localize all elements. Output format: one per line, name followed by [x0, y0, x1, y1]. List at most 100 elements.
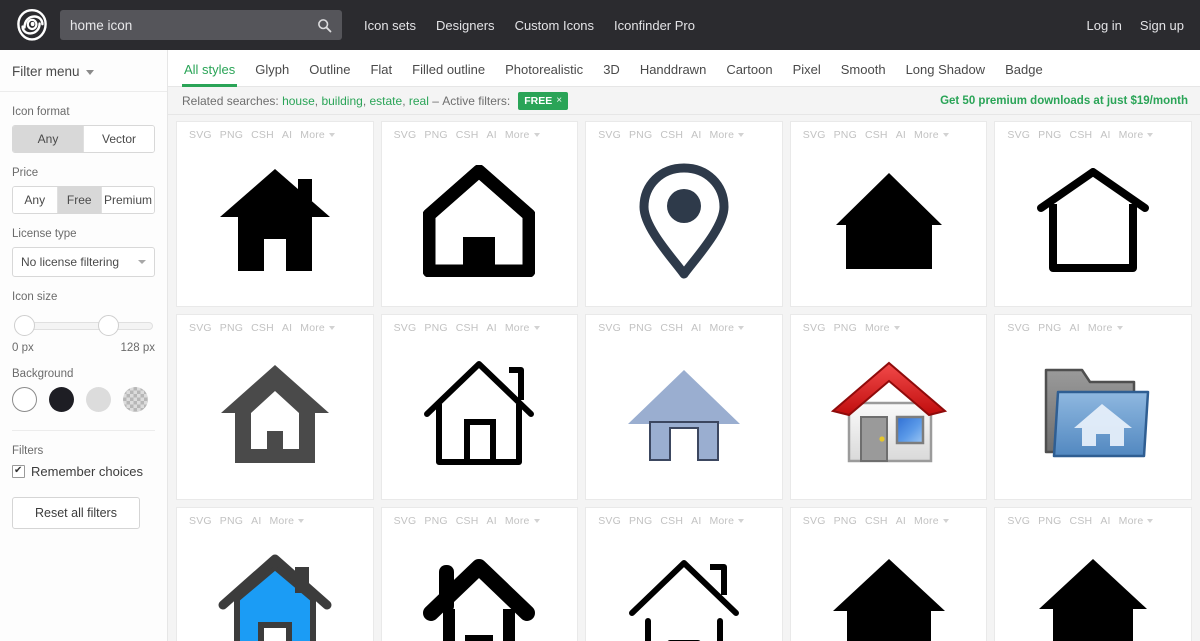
format-png[interactable]: PNG — [424, 322, 447, 334]
format-more-dropdown[interactable]: More — [1119, 129, 1154, 141]
format-ai[interactable]: AI — [487, 515, 497, 527]
format-ai[interactable]: AI — [487, 129, 497, 141]
format-svg[interactable]: SVG — [598, 322, 621, 334]
icon-format-option-vector[interactable]: Vector — [84, 126, 154, 152]
icon-preview-house-thick-outline-black[interactable] — [382, 141, 578, 306]
format-png[interactable]: PNG — [220, 129, 243, 141]
tab-pixel[interactable]: Pixel — [783, 62, 831, 86]
tab-3d[interactable]: 3D — [593, 62, 630, 86]
format-ai[interactable]: AI — [1070, 322, 1080, 334]
format-svg[interactable]: SVG — [189, 129, 212, 141]
icon-card[interactable]: SVG PNG AI More — [994, 314, 1192, 500]
search-input[interactable] — [70, 17, 317, 33]
icon-preview-house-bold-glyph-black[interactable] — [382, 527, 578, 641]
format-more-dropdown[interactable]: More — [709, 322, 745, 334]
format-svg[interactable]: SVG — [803, 129, 826, 141]
format-csh[interactable]: CSH — [251, 129, 274, 141]
filter-menu-toggle[interactable]: Filter menu — [0, 50, 167, 92]
format-ai[interactable]: AI — [487, 322, 497, 334]
premium-promo-link[interactable]: Get 50 premium downloads at just $19/mon… — [940, 95, 1188, 107]
format-png[interactable]: PNG — [834, 129, 857, 141]
format-png[interactable]: PNG — [220, 515, 243, 527]
format-more-dropdown[interactable]: More — [865, 322, 900, 334]
format-more-dropdown[interactable]: More — [1088, 322, 1123, 334]
format-csh[interactable]: CSH — [1070, 515, 1093, 527]
format-csh[interactable]: CSH — [660, 515, 683, 527]
icon-card[interactable]: SVG PNG CSH AI More — [789, 121, 988, 307]
format-svg[interactable]: SVG — [1007, 322, 1030, 334]
icon-card[interactable]: SVG PNG CSH AI More — [585, 121, 783, 307]
related-term-real[interactable]: real — [409, 94, 429, 108]
icon-preview-house-line-chimney-black[interactable] — [382, 334, 578, 499]
icon-card[interactable]: SVG PNG CSH AI More — [380, 507, 579, 641]
format-csh[interactable]: CSH — [456, 129, 479, 141]
format-ai[interactable]: AI — [282, 129, 292, 141]
format-png[interactable]: PNG — [834, 322, 857, 334]
nav-item-designers[interactable]: Designers — [436, 18, 495, 33]
format-ai[interactable]: AI — [251, 515, 261, 527]
license-type-select[interactable]: No license filtering — [12, 247, 155, 277]
format-png[interactable]: PNG — [834, 515, 857, 527]
icon-card[interactable]: SVG PNG CSH AI More — [994, 507, 1192, 641]
format-png[interactable]: PNG — [629, 129, 652, 141]
format-svg[interactable]: SVG — [803, 322, 826, 334]
format-ai[interactable]: AI — [896, 129, 906, 141]
format-svg[interactable]: SVG — [1007, 515, 1030, 527]
format-more-dropdown[interactable]: More — [709, 515, 745, 527]
reset-all-filters-button[interactable]: Reset all filters — [12, 497, 140, 529]
format-csh[interactable]: CSH — [660, 129, 683, 141]
format-ai[interactable]: AI — [1100, 129, 1110, 141]
tab-badge[interactable]: Badge — [995, 62, 1053, 86]
format-csh[interactable]: CSH — [865, 515, 888, 527]
tab-cartoon[interactable]: Cartoon — [716, 62, 782, 86]
login-link[interactable]: Log in — [1086, 18, 1121, 33]
checkbox-checked-icon[interactable] — [12, 464, 25, 478]
icon-card[interactable]: SVG PNG AI More — [176, 507, 374, 641]
iconfinder-logo[interactable] — [14, 7, 50, 43]
format-more-dropdown[interactable]: More — [914, 129, 949, 141]
price-option-free[interactable]: Free — [57, 187, 102, 213]
format-ai[interactable]: AI — [896, 515, 906, 527]
format-png[interactable]: PNG — [424, 515, 447, 527]
tab-outline[interactable]: Outline — [299, 62, 360, 86]
signup-link[interactable]: Sign up — [1140, 18, 1184, 33]
format-svg[interactable]: SVG — [598, 515, 621, 527]
related-term-building[interactable]: building — [321, 94, 362, 108]
icon-preview-house-flat-blue[interactable] — [586, 334, 782, 499]
format-svg[interactable]: SVG — [394, 515, 417, 527]
format-svg[interactable]: SVG — [803, 515, 826, 527]
format-more-dropdown[interactable]: More — [505, 515, 540, 527]
icon-preview-house-filled-outline-grey[interactable] — [177, 334, 373, 499]
format-svg[interactable]: SVG — [1007, 129, 1030, 141]
icon-preview-house-photorealistic-red-roof[interactable] — [791, 334, 987, 499]
format-ai[interactable]: AI — [1100, 515, 1110, 527]
format-ai[interactable]: AI — [691, 322, 701, 334]
icon-card[interactable]: SVG PNG CSH AI More — [585, 507, 783, 641]
remember-choices-row[interactable]: Remember choices — [12, 464, 155, 479]
tab-long-shadow[interactable]: Long Shadow — [896, 62, 996, 86]
tab-photorealistic[interactable]: Photorealistic — [495, 62, 593, 86]
price-option-any[interactable]: Any — [13, 187, 58, 213]
background-swatch-grey[interactable] — [86, 387, 111, 412]
icon-preview-house-simple-black[interactable] — [791, 141, 987, 306]
search-icon[interactable] — [317, 18, 332, 33]
format-more-dropdown[interactable]: More — [709, 129, 745, 141]
icon-card[interactable]: SVG PNG More — [789, 314, 988, 500]
tab-filled-outline[interactable]: Filled outline — [402, 62, 495, 86]
icon-format-option-any[interactable]: Any — [13, 126, 84, 152]
background-swatch-black[interactable] — [49, 387, 74, 412]
related-term-house[interactable]: house — [282, 94, 315, 108]
format-ai[interactable]: AI — [282, 322, 292, 334]
icon-card[interactable]: SVG PNG CSH AI More — [585, 314, 783, 500]
icon-card[interactable]: SVG PNG CSH AI More — [994, 121, 1192, 307]
tab-all-styles[interactable]: All styles — [174, 62, 245, 87]
tab-handdrawn[interactable]: Handdrawn — [630, 62, 717, 86]
icon-preview-map-pin-navy[interactable] — [586, 141, 782, 306]
tab-smooth[interactable]: Smooth — [831, 62, 896, 86]
active-filter-badge-free[interactable]: FREE × — [518, 91, 569, 110]
format-ai[interactable]: AI — [691, 129, 701, 141]
format-svg[interactable]: SVG — [189, 515, 212, 527]
icon-preview-house-blue-chimney[interactable] — [177, 527, 373, 641]
icon-preview-house-open-outline-black[interactable] — [995, 141, 1191, 306]
icon-preview-house-solid-black-wide[interactable] — [791, 527, 987, 641]
